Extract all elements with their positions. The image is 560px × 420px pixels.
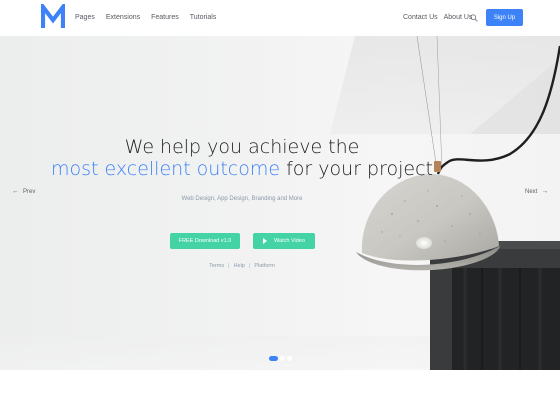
- sign-up-button[interactable]: Sign Up: [486, 9, 523, 26]
- arrow-right-icon: →: [541, 188, 549, 195]
- link-platform[interactable]: Platform: [254, 263, 274, 269]
- headline-accent: most excellent outcome: [50, 158, 281, 180]
- headline-line-1: We help you achieve the: [124, 136, 360, 158]
- nav-link-pages[interactable]: Pages: [75, 13, 95, 23]
- hero-slider: We help you achieve the most excellent o…: [0, 36, 560, 370]
- free-download-button[interactable]: FREE Download v1.0: [170, 233, 240, 249]
- headline-line-2: most excellent outcome for your project: [0, 158, 484, 180]
- play-icon: [263, 238, 268, 244]
- nav-link-tutorials[interactable]: Tutorials: [190, 13, 217, 23]
- hero-background-image: [0, 36, 560, 370]
- slide-dot-2[interactable]: [280, 356, 285, 361]
- slide-dot-1[interactable]: [269, 356, 278, 361]
- watch-video-label: Watch Video: [274, 238, 305, 244]
- link-separator: |: [248, 263, 251, 269]
- brand-logo[interactable]: [41, 4, 65, 30]
- arrow-left-icon: ←: [12, 188, 19, 195]
- next-label: Next: [525, 188, 538, 195]
- slider-pagination: [269, 356, 294, 361]
- slide-dot-3[interactable]: [287, 356, 292, 361]
- nav-link-contact-us[interactable]: Contact Us: [403, 13, 438, 23]
- link-terms[interactable]: Terms: [209, 263, 224, 269]
- hero-headline: We help you achieve the most excellent o…: [0, 136, 484, 180]
- slider-prev-control[interactable]: ← Prev: [12, 188, 35, 195]
- prev-label: Prev: [23, 188, 36, 195]
- search-icon[interactable]: [470, 14, 478, 22]
- link-help[interactable]: Help: [234, 263, 245, 269]
- top-navbar: Pages Extensions Features Tutorials Cont…: [0, 0, 560, 36]
- headline-rest: for your project: [280, 158, 433, 180]
- nav-link-extensions[interactable]: Extensions: [106, 13, 140, 23]
- nav-link-about-us[interactable]: About Us: [444, 13, 473, 23]
- slider-next-control[interactable]: Next →: [525, 188, 548, 195]
- secondary-nav: Contact Us About Us: [403, 13, 478, 23]
- nav-link-features[interactable]: Features: [151, 13, 179, 23]
- watch-video-button[interactable]: Watch Video: [253, 233, 315, 249]
- hero-subtitle: Web Design, App Design, Branding and Mor…: [181, 196, 303, 202]
- main-nav: Pages Extensions Features Tutorials: [75, 13, 227, 23]
- link-separator: |: [228, 263, 230, 269]
- hero-footer-links: Terms | Help | Platform: [0, 263, 484, 269]
